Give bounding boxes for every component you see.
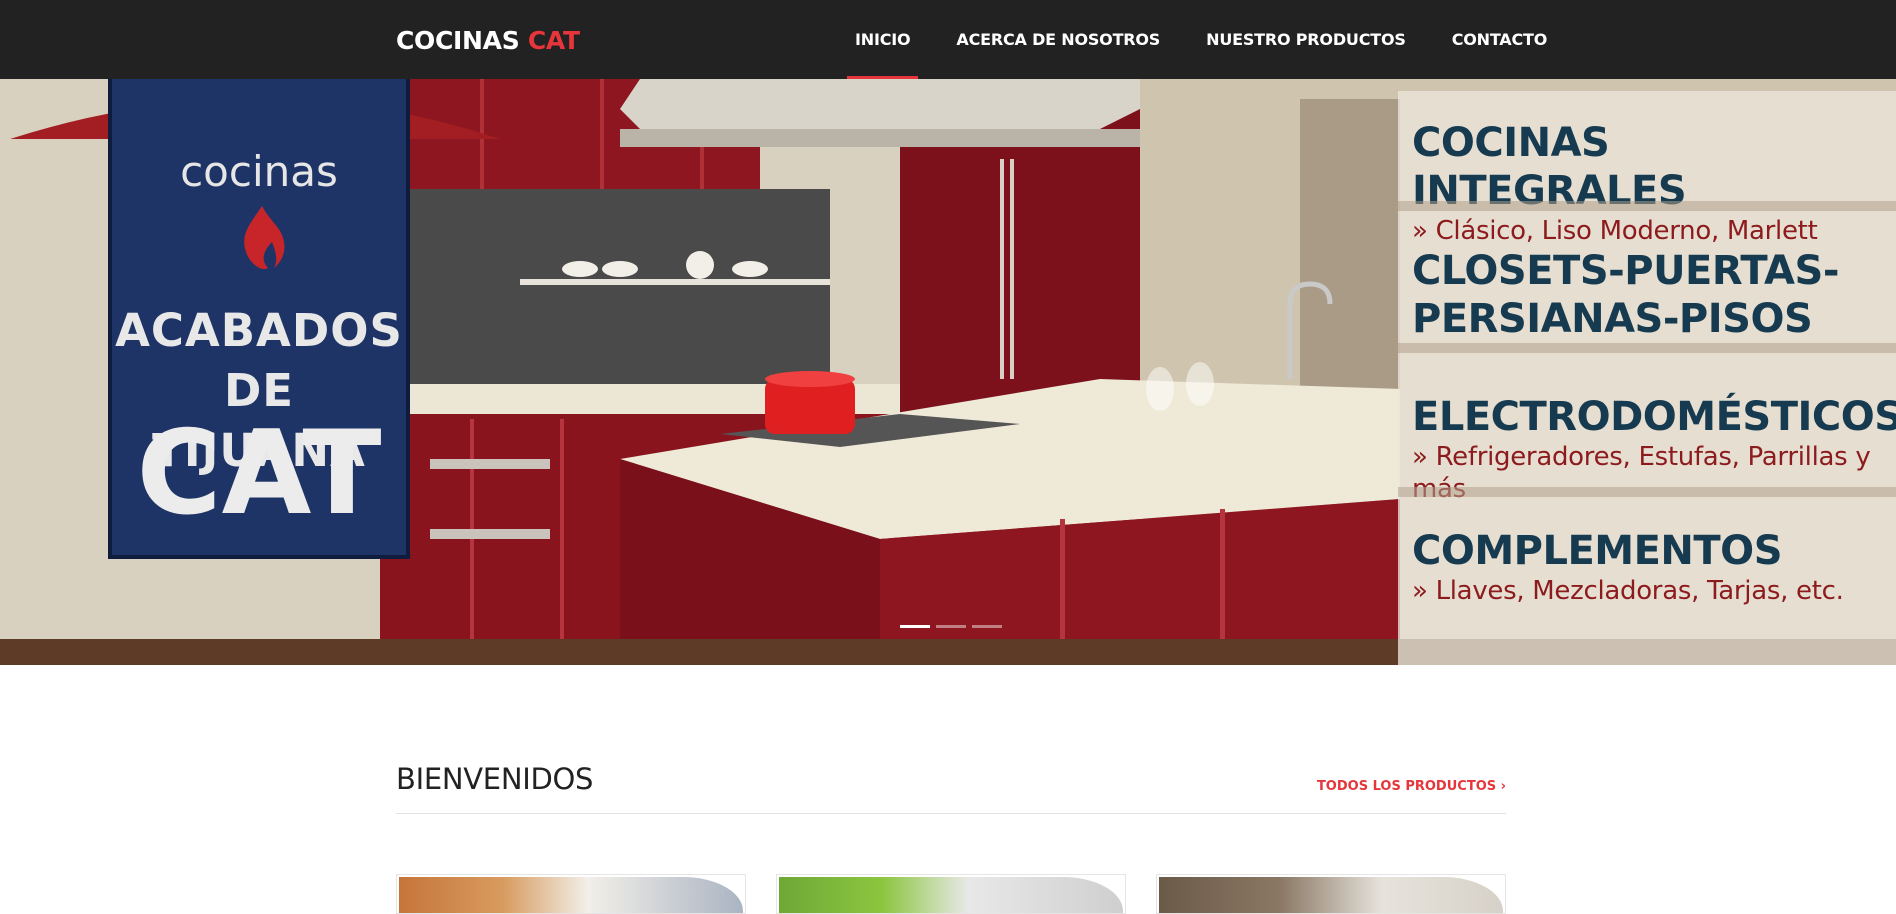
nav-item-inicio[interactable]: INICIO	[832, 0, 933, 79]
panel-divider	[1398, 487, 1896, 497]
product-card-2[interactable]	[776, 874, 1126, 914]
top-navbar: COCINAS CAT INICIO ACERCA DE NOSOTROS NU…	[0, 0, 1896, 79]
slider-dot-3[interactable]	[972, 625, 1002, 628]
service-title: COMPLEMENTOS	[1412, 528, 1782, 574]
service-title-line-2: PERSIANAS-PISOS	[1412, 296, 1813, 342]
service-title: ELECTRODOMÉSTICOS	[1412, 394, 1896, 440]
welcome-header: BIENVENIDOS TODOS LOS PRODUCTOS ›	[396, 762, 1506, 814]
panel-divider	[1398, 343, 1896, 353]
brand-logo[interactable]: COCINAS CAT	[396, 26, 580, 55]
logo-line-1: ACABADOS	[115, 304, 403, 357]
welcome-title: BIENVENIDOS	[396, 762, 594, 796]
slider-dot-2[interactable]	[936, 625, 966, 628]
slider-indicators	[900, 625, 1002, 628]
flame-icon	[244, 206, 285, 270]
product-card-3[interactable]	[1156, 874, 1506, 914]
nav-item-acerca[interactable]: ACERCA DE NOSOTROS	[933, 0, 1183, 79]
brand-accent: CAT	[527, 26, 580, 55]
nav-item-productos[interactable]: NUESTRO PRODUCTOS	[1183, 0, 1429, 79]
brand-main: COCINAS	[396, 26, 520, 55]
service-complementos: COMPLEMENTOS » Llaves, Mezcladoras, Tarj…	[1412, 527, 1844, 607]
product-grid	[396, 874, 1506, 914]
logo-big-text: CAT	[136, 406, 382, 541]
hero-slider[interactable]: cocinas ACABADOS DE TIJUANA CAT COCINAS …	[0, 79, 1896, 665]
product-card-1[interactable]	[396, 874, 746, 914]
product-image-2	[779, 877, 1123, 913]
cocinas-cat-banner-logo: cocinas ACABADOS DE TIJUANA CAT	[108, 79, 410, 559]
all-products-link[interactable]: TODOS LOS PRODUCTOS ›	[1317, 779, 1506, 794]
service-subtitle: » Llaves, Mezcladoras, Tarjas, etc.	[1412, 576, 1844, 606]
service-title: CLOSETS-PUERTAS-	[1412, 248, 1839, 294]
product-image-1	[399, 877, 743, 913]
product-image-3	[1159, 877, 1503, 913]
slider-dot-1[interactable]	[900, 625, 930, 628]
nav-item-contacto[interactable]: CONTACTO	[1429, 0, 1570, 79]
services-panel: COCINAS INTEGRALES » Clásico, Liso Moder…	[1398, 91, 1896, 665]
main-nav: INICIO ACERCA DE NOSOTROS NUESTRO PRODUC…	[832, 0, 1570, 79]
service-cocinas: COCINAS INTEGRALES » Clásico, Liso Moder…	[1412, 119, 1896, 247]
service-subtitle: » Clásico, Liso Moderno, Marlett	[1412, 216, 1818, 246]
service-closets: CLOSETS-PUERTAS- PERSIANAS-PISOS	[1412, 247, 1839, 343]
panel-divider	[1398, 201, 1896, 211]
logo-small-text: cocinas	[180, 147, 338, 196]
